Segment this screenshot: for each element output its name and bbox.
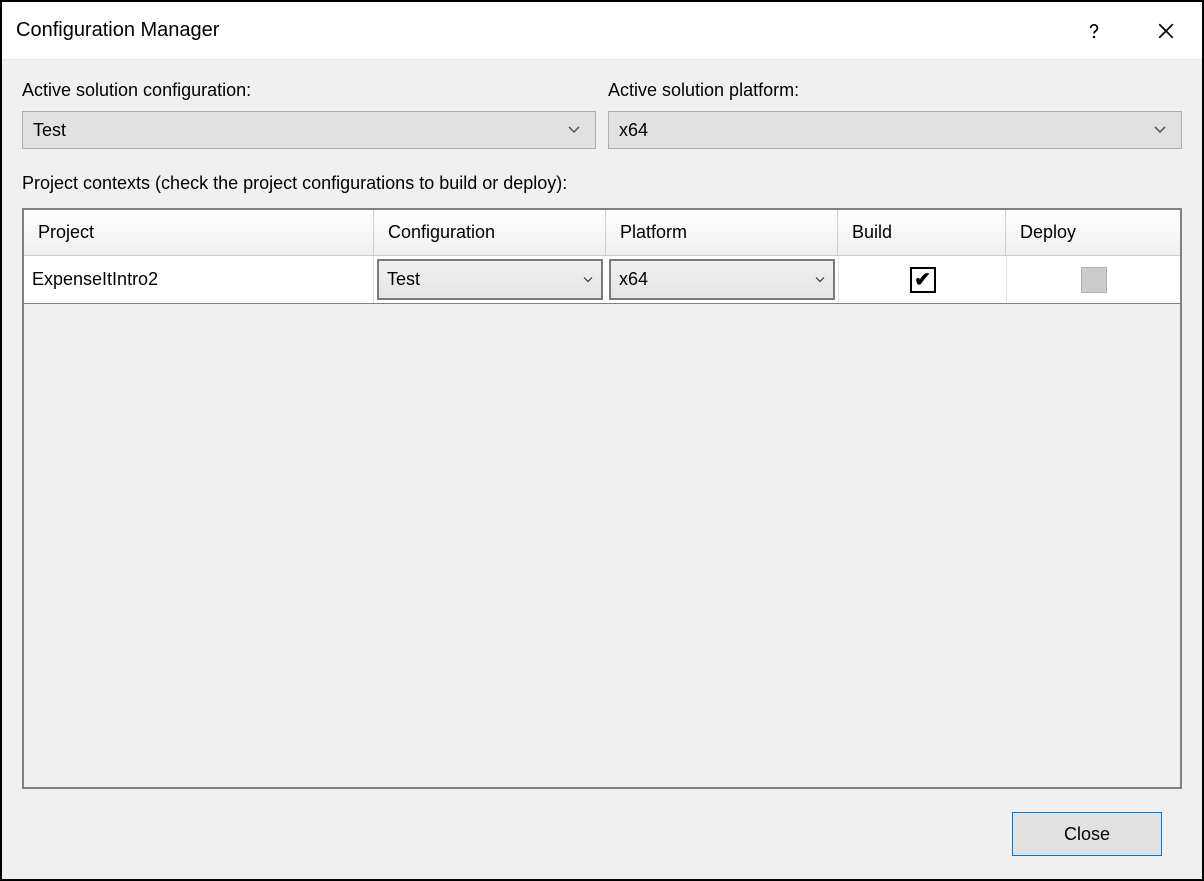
row-configuration-value: Test: [387, 269, 583, 290]
deploy-checkbox: [1081, 267, 1107, 293]
dialog-footer: Close: [22, 789, 1182, 879]
table-row: ExpenseItIntro2 Test x64: [24, 256, 1180, 304]
project-name-cell: ExpenseItIntro2: [24, 256, 374, 303]
dialog-content: Active solution configuration: Test Acti…: [2, 60, 1202, 879]
window-title: Configuration Manager: [16, 19, 1058, 42]
active-config-value: Test: [33, 120, 567, 141]
row-platform-dropdown[interactable]: x64: [609, 259, 835, 300]
checkmark-icon: ✔: [914, 270, 931, 290]
project-contexts-grid: Project Configuration Platform Build Dep…: [22, 208, 1182, 789]
help-button[interactable]: [1058, 2, 1130, 59]
grid-body: ExpenseItIntro2 Test x64: [24, 256, 1180, 787]
titlebar: Configuration Manager: [2, 2, 1202, 60]
active-config-group: Active solution configuration: Test: [22, 80, 596, 149]
configuration-cell: Test: [374, 256, 606, 303]
build-cell: ✔: [838, 256, 1006, 303]
chevron-down-icon: [583, 276, 593, 284]
active-config-label: Active solution configuration:: [22, 80, 596, 101]
chevron-down-icon: [567, 125, 581, 135]
deploy-cell: [1006, 256, 1180, 303]
header-project[interactable]: Project: [24, 210, 374, 255]
configuration-manager-dialog: Configuration Manager Active solution co…: [0, 0, 1204, 881]
close-icon: [1157, 22, 1175, 40]
header-deploy[interactable]: Deploy: [1006, 210, 1180, 255]
row-configuration-dropdown[interactable]: Test: [377, 259, 603, 300]
header-build[interactable]: Build: [838, 210, 1006, 255]
header-platform[interactable]: Platform: [606, 210, 838, 255]
chevron-down-icon: [815, 276, 825, 284]
help-icon: [1085, 22, 1103, 40]
active-platform-dropdown[interactable]: x64: [608, 111, 1182, 149]
row-platform-value: x64: [619, 269, 815, 290]
active-platform-label: Active solution platform:: [608, 80, 1182, 101]
active-config-dropdown[interactable]: Test: [22, 111, 596, 149]
close-window-button[interactable]: [1130, 2, 1202, 59]
solution-selectors-row: Active solution configuration: Test Acti…: [22, 80, 1182, 149]
build-checkbox[interactable]: ✔: [910, 267, 936, 293]
close-button[interactable]: Close: [1012, 812, 1162, 856]
titlebar-controls: [1058, 2, 1202, 59]
grid-header-row: Project Configuration Platform Build Dep…: [24, 210, 1180, 256]
active-platform-value: x64: [619, 120, 1153, 141]
active-platform-group: Active solution platform: x64: [608, 80, 1182, 149]
platform-cell: x64: [606, 256, 838, 303]
chevron-down-icon: [1153, 125, 1167, 135]
header-configuration[interactable]: Configuration: [374, 210, 606, 255]
project-contexts-label: Project contexts (check the project conf…: [22, 173, 1182, 194]
